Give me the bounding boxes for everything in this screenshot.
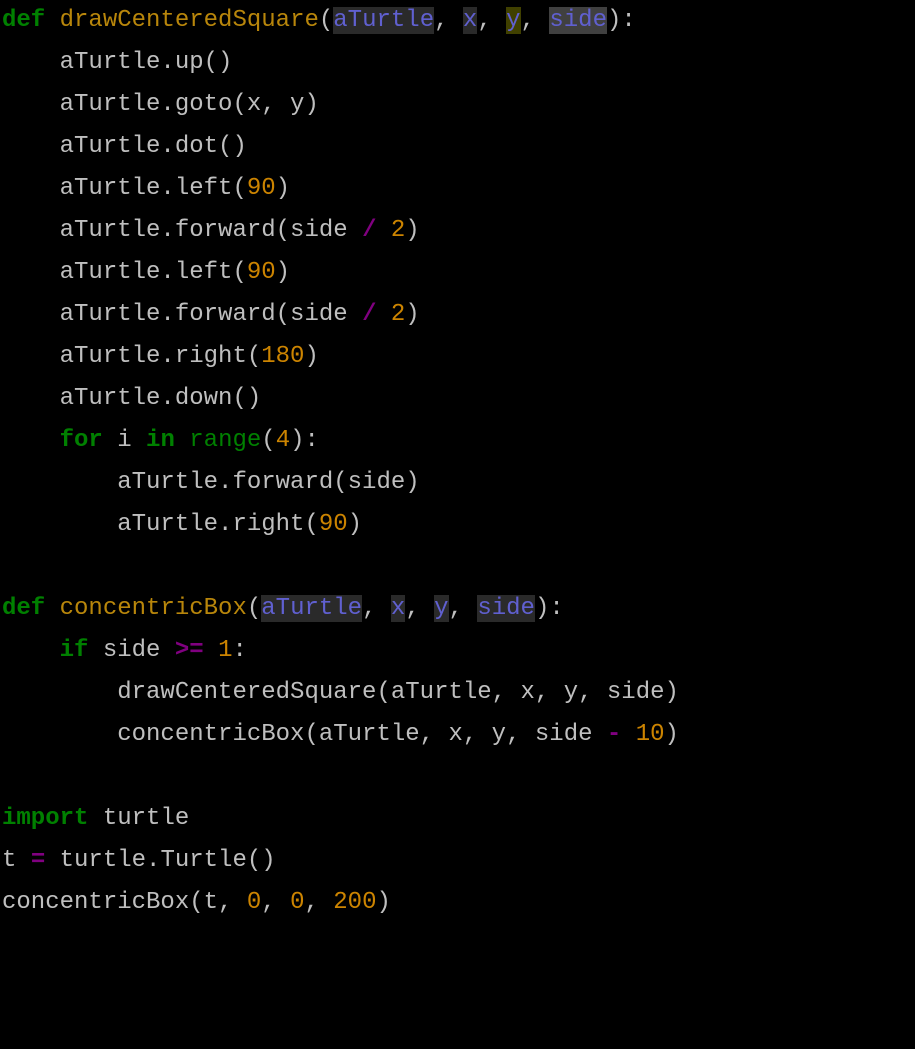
line-3: aTurtle.goto(x, y) [2,91,319,118]
line-22: concentricBox(t, 0, 0, 200) [2,889,391,916]
line-6: aTurtle.forward(side / 2) [2,217,420,244]
line-18: concentricBox(aTurtle, x, y, side - 10) [2,721,679,748]
line-2: aTurtle.up() [2,49,232,76]
line-10: aTurtle.down() [2,385,261,412]
line-20: import turtle [2,805,189,832]
line-12: aTurtle.forward(side) [2,469,420,496]
line-17: drawCenteredSquare(aTurtle, x, y, side) [2,679,679,706]
line-8: aTurtle.forward(side / 2) [2,301,420,328]
line-7: aTurtle.left(90) [2,259,290,286]
line-9: aTurtle.right(180) [2,343,319,370]
line-5: aTurtle.left(90) [2,175,290,202]
code-block: def drawCenteredSquare(aTurtle, x, y, si… [0,0,915,924]
line-11: for i in range(4): [2,427,319,454]
line-13: aTurtle.right(90) [2,511,362,538]
line-21: t = turtle.Turtle() [2,847,276,874]
line-4: aTurtle.dot() [2,133,247,160]
line-1: def drawCenteredSquare(aTurtle, x, y, si… [2,7,636,34]
line-15: def concentricBox(aTurtle, x, y, side): [2,595,564,622]
line-16: if side >= 1: [2,637,247,664]
